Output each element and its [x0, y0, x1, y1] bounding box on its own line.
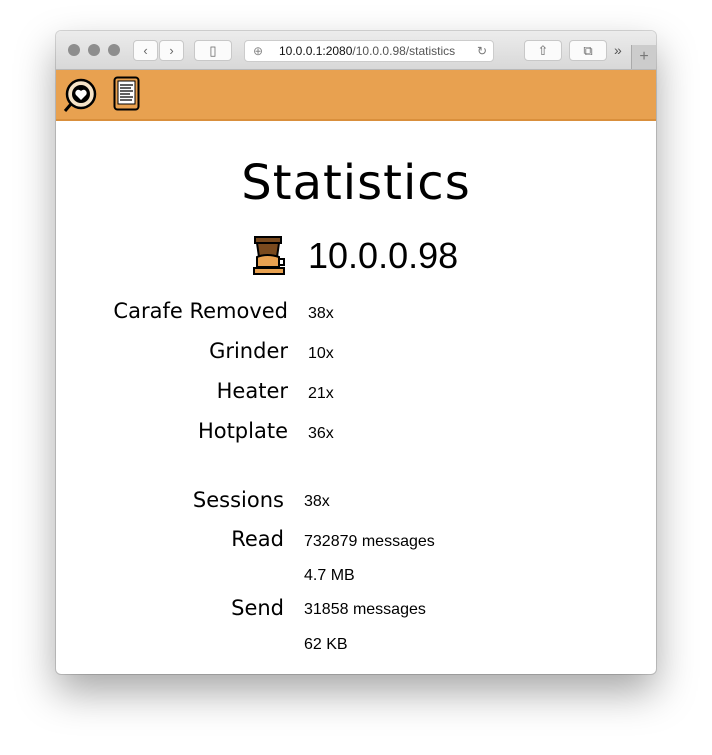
address-bar[interactable]: ⊕ 10.0.0.1:2080/10.0.0.98/statistics ↻ — [244, 40, 494, 62]
back-button[interactable]: ‹ — [133, 40, 158, 61]
add-icon: ⊕ — [253, 44, 264, 58]
sidebar-toggle-button[interactable]: ▯ — [194, 40, 232, 61]
read-messages: 732879 messages — [304, 533, 435, 550]
read-label: Read — [231, 527, 284, 551]
send-messages: 31858 messages — [304, 601, 426, 618]
tabs-button[interactable]: ⧉ — [569, 40, 607, 61]
url-path: /10.0.0.98/statistics — [352, 44, 456, 58]
device-address: 10.0.0.98 — [308, 235, 459, 276]
forward-button[interactable]: › — [159, 40, 184, 61]
counter-label: Carafe Removed — [113, 299, 288, 323]
counter-label: Heater — [216, 379, 288, 403]
reload-icon[interactable]: ↻ — [477, 41, 487, 62]
share-button[interactable]: ⇧ — [524, 40, 562, 61]
counter-value: 10x — [308, 345, 334, 362]
document-icon[interactable] — [113, 76, 141, 112]
read-size: 4.7 MB — [304, 567, 355, 584]
coffee-love-icon[interactable] — [62, 78, 98, 114]
sessions-label: Sessions — [192, 488, 284, 512]
page-title: Statistics — [241, 155, 471, 211]
new-tab-button[interactable]: + — [631, 45, 656, 69]
more-button[interactable]: » — [614, 42, 622, 58]
counter-value: 36x — [308, 425, 334, 442]
browser-toolbar: ‹ › ▯ ⊕ 10.0.0.1:2080/10.0.0.98/statisti… — [56, 31, 656, 70]
sessions-value: 38x — [304, 493, 330, 510]
close-window-button[interactable] — [68, 44, 80, 56]
send-label: Send — [231, 596, 284, 620]
zoom-window-button[interactable] — [108, 44, 120, 56]
counter-value: 21x — [308, 385, 334, 402]
counter-label: Grinder — [209, 339, 288, 363]
counter-label: Hotplate — [197, 419, 288, 443]
app-header — [56, 70, 656, 121]
url-host: 10.0.0.1:2080 — [279, 44, 353, 58]
minimize-window-button[interactable] — [88, 44, 100, 56]
browser-window: ‹ › ▯ ⊕ 10.0.0.1:2080/10.0.0.98/statisti… — [56, 31, 656, 674]
send-size: 62 KB — [304, 636, 348, 653]
counter-value: 38x — [308, 305, 334, 322]
device-heading: 10.0.0.98 — [252, 235, 458, 277]
coffee-machine-icon — [253, 236, 285, 275]
